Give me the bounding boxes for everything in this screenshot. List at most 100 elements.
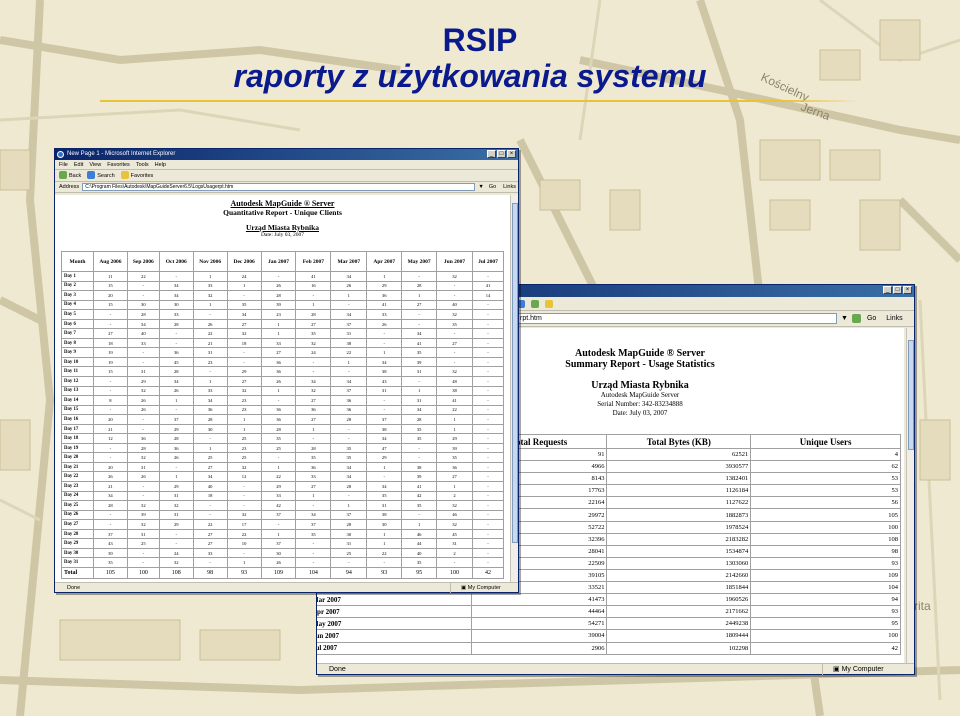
row-label: Day 7	[61, 328, 94, 339]
links-button[interactable]: Links	[501, 182, 518, 193]
scrollbar-thumb[interactable]	[908, 340, 914, 450]
table-cell: -	[401, 442, 438, 454]
table-cell: 36	[260, 414, 297, 425]
table-cell: -	[92, 318, 128, 330]
dropdown-arrow-icon[interactable]: ▼	[478, 182, 483, 193]
table-cell: 37	[366, 414, 403, 425]
back-button[interactable]: Back	[59, 170, 81, 182]
table-cell: 27	[192, 538, 228, 549]
menu-item-edit[interactable]: Edit	[74, 160, 83, 169]
table-cell: 39	[126, 509, 160, 521]
table-cell: 35	[260, 433, 297, 444]
table-cell: -	[92, 385, 128, 397]
go-button[interactable]: Go	[867, 315, 876, 322]
report-date: Date: July 03, 2007	[260, 232, 305, 238]
favorites-button[interactable]: Favorites	[120, 170, 153, 182]
menu-item-favorites[interactable]: Favorites	[107, 160, 130, 169]
window-titlebar[interactable]: New Page 1 - Microsoft Internet Explorer…	[55, 149, 518, 160]
table-cell: 95	[401, 566, 438, 579]
window-title: New Page 1 - Microsoft Internet Explorer	[67, 151, 176, 157]
table-cell: 28	[295, 442, 332, 454]
column-header: Jul 2007	[471, 251, 505, 272]
title-underline	[100, 100, 860, 102]
table-cell: 27	[226, 376, 262, 387]
table-cell: 22	[260, 471, 297, 483]
table-cell: 100	[126, 566, 160, 579]
table-cell: -	[330, 299, 368, 311]
table-cell: 27	[295, 481, 332, 492]
page-content: Autodesk MapGuide ® Server Quantitative …	[55, 195, 510, 582]
close-button[interactable]: ×	[507, 150, 516, 158]
table-row: Day 7 27 40-22 32 1 35 31-34- -	[61, 328, 505, 339]
vertical-scrollbar[interactable]	[510, 195, 518, 582]
table-cell: 1	[330, 500, 368, 511]
links-button[interactable]: Links	[886, 315, 902, 322]
table-cell: -	[401, 318, 438, 330]
menu-item-view[interactable]: View	[89, 160, 101, 169]
report-header: Autodesk MapGuide ® Server Quantitative …	[55, 199, 510, 238]
table-cell: 31	[401, 366, 438, 377]
column-header: Dec 2006	[226, 251, 262, 272]
table-cell: 12	[226, 471, 262, 483]
table-cell: -	[158, 538, 194, 549]
table-cell: -	[366, 557, 403, 568]
column-header: Sep 2006	[126, 251, 160, 272]
table-cell: 38	[330, 337, 368, 349]
table-cell: 1809444	[606, 629, 752, 643]
table-cell: 26	[192, 318, 228, 330]
table-cell: 15	[92, 366, 128, 377]
column-header: Month	[61, 251, 94, 272]
dropdown-arrow-icon[interactable]: ▼	[841, 315, 848, 322]
mail-icon[interactable]	[531, 299, 539, 308]
table-cell: 33	[192, 280, 228, 292]
table-cell: 21	[92, 423, 128, 435]
browser-window-quantitative[interactable]: New Page 1 - Microsoft Internet Explorer…	[54, 148, 519, 593]
go-button[interactable]: Go	[487, 182, 498, 193]
maximize-button[interactable]: □	[893, 286, 902, 294]
table-cell: 22	[366, 547, 403, 559]
table-cell: 44464	[470, 605, 608, 619]
minimize-button[interactable]: _	[883, 286, 892, 294]
table-cell: 1	[192, 376, 228, 387]
column-header: Nov 2006	[192, 251, 228, 272]
report-product: Autodesk MapGuide ® Server	[230, 199, 335, 208]
close-button[interactable]: ×	[903, 286, 912, 294]
print-icon[interactable]	[545, 299, 553, 308]
table-row: Day 21 20 31-27 32 1 36 34 1 38 36-	[61, 461, 505, 473]
address-input[interactable]: C:\Program Files\Autodesk\MapGuideServer…	[82, 183, 476, 191]
table-cell: 18	[226, 337, 262, 349]
table-cell: -	[92, 404, 128, 416]
minimize-button[interactable]: _	[487, 150, 496, 158]
table-cell: 33	[126, 337, 160, 349]
table-row: Day 26-39 31-32 37 34 37 38-46-	[61, 509, 505, 521]
table-cell: 1	[158, 395, 194, 406]
table-row: Day 24 34-31 18-33 1-35 42 2-	[61, 490, 505, 502]
table-cell: 32	[158, 557, 194, 568]
table-cell: 1	[192, 271, 228, 282]
table-cell: 25	[192, 452, 228, 463]
favorites-icon	[120, 171, 129, 180]
table-cell: 8	[92, 395, 128, 406]
menu-item-help[interactable]: Help	[155, 160, 166, 169]
maximize-button[interactable]: □	[497, 150, 506, 158]
table-cell: 1	[366, 347, 403, 358]
address-input[interactable]: rpt.htm	[517, 313, 837, 324]
scrollbar-thumb[interactable]	[512, 203, 518, 543]
table-cell: 40	[436, 299, 473, 311]
column-header: May 2007	[401, 251, 438, 272]
menu-item-tools[interactable]: Tools	[136, 160, 149, 169]
table-cell: 35	[436, 318, 473, 330]
menu-item-file[interactable]: File	[59, 160, 68, 169]
table-cell: -	[401, 509, 438, 521]
vertical-scrollbar[interactable]	[906, 328, 914, 664]
table-cell: 31	[192, 347, 228, 358]
table-cell: 32	[126, 452, 160, 463]
table-cell: -	[260, 271, 297, 282]
table-cell: 34	[330, 471, 368, 483]
table-cell: 24	[226, 271, 262, 282]
go-arrow-icon[interactable]	[851, 314, 861, 323]
table-cell: 22	[192, 328, 228, 339]
table-cell: 34	[192, 471, 228, 483]
search-button[interactable]: Search	[87, 170, 115, 182]
table-row: Day 19-28 36 1 23 25 28 35 47-39-	[61, 442, 505, 454]
